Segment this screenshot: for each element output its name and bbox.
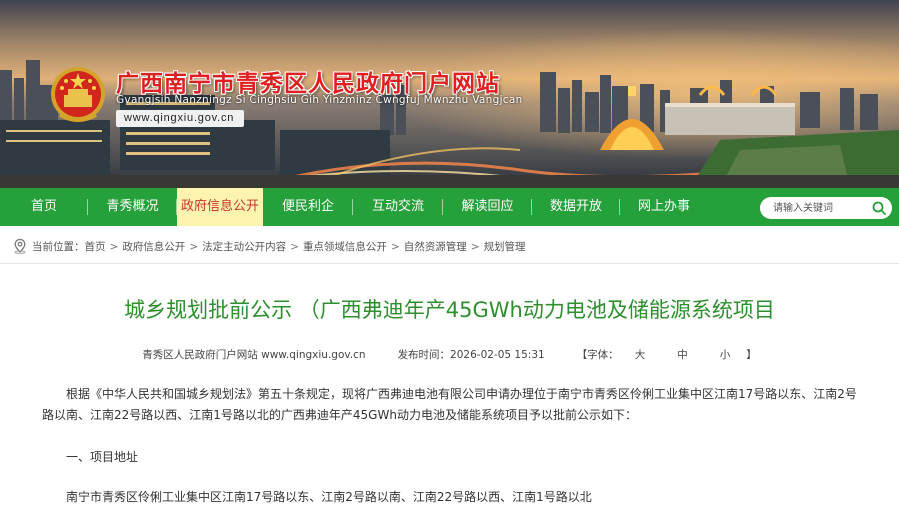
nav-item-open-data[interactable]: 数据开放: [532, 188, 620, 226]
font-size-close-bracket: 】: [746, 349, 757, 361]
breadcrumb: 当前位置：首页 > 政府信息公开 > 法定主动公开内容 > 重点领域信息公开 > 自然资源管理 >…: [0, 234, 899, 258]
article-paragraph-intro: 根据《中华人民共和国城乡规划法》第五十条规定，现将广西弗迪电池有限公司申请办理位…: [42, 387, 857, 422]
header-banner: 广西南宁市青秀区人民政府门户网站 Gvangjsih Nanzningz Si …: [0, 0, 899, 188]
breadcrumb-link-home[interactable]: 首页: [85, 241, 106, 253]
search-icon[interactable]: [871, 200, 887, 216]
nav-item-interpretation[interactable]: 解读回应: [443, 188, 532, 226]
breadcrumb-link-statutory[interactable]: 法定主动公开内容: [202, 241, 286, 253]
breadcrumb-divider: [0, 263, 899, 264]
breadcrumb-separator: >: [390, 240, 400, 253]
national-emblem-icon: [51, 67, 105, 122]
breadcrumb-separator: >: [470, 240, 480, 253]
nav-item-online-services[interactable]: 网上办事: [620, 188, 708, 226]
font-size-small-button[interactable]: 小: [720, 349, 731, 361]
site-title: 广西南宁市青秀区人民政府门户网站: [116, 71, 500, 97]
font-size-medium-button[interactable]: 中: [677, 349, 688, 361]
article-paragraph-address: 南宁市青秀区伶俐工业集中区江南17号路以东、江南2号路以南、江南22号路以西、江…: [66, 490, 592, 504]
search-input[interactable]: [760, 197, 870, 219]
breadcrumb-link-gov-info[interactable]: 政府信息公开: [122, 241, 185, 253]
nav-item-gov-info[interactable]: 政府信息公开: [177, 188, 263, 226]
nav-item-overview[interactable]: 青秀概况: [88, 188, 177, 226]
breadcrumb-prefix: 当前位置：: [32, 240, 85, 253]
nav-item-home[interactable]: 首页: [0, 188, 88, 226]
site-url-badge: www.qingxiu.gov.cn: [116, 110, 245, 127]
breadcrumb-link-planning[interactable]: 规划管理: [484, 241, 526, 253]
search-box: [760, 197, 892, 219]
breadcrumb-link-key-areas[interactable]: 重点领域信息公开: [303, 241, 387, 253]
article-title: 城乡规划批前公示 （广西弗迪年产45GWh动力电池及储能源系统项目: [124, 298, 775, 322]
breadcrumb-trail: 当前位置：首页 > 政府信息公开 > 法定主动公开内容 > 重点领域信息公开 > 自然资源管理 >…: [32, 239, 526, 254]
breadcrumb-separator: >: [290, 240, 299, 253]
breadcrumb-separator: >: [189, 240, 199, 253]
nav-item-interaction[interactable]: 互动交流: [353, 188, 443, 226]
nav-item-services[interactable]: 便民利企: [263, 188, 353, 226]
font-size-controls: 【字体： 大 中 小 】: [577, 349, 757, 361]
article-source: 青秀区人民政府门户网站 www.qingxiu.gov.cn: [142, 349, 366, 361]
site-pinyin-subtitle: Gvangjsih Nanzningz Si Cinghsiu Gih Yinz…: [116, 94, 523, 106]
font-size-label: 【字体：: [576, 349, 619, 361]
article-meta: 青秀区人民政府门户网站 www.qingxiu.gov.cn 发布时间：2026-…: [0, 347, 899, 362]
breadcrumb-separator: >: [109, 240, 119, 253]
breadcrumb-link-natural-resources[interactable]: 自然资源管理: [404, 241, 467, 253]
font-size-large-button[interactable]: 大: [635, 349, 646, 361]
article-section-heading: 一、项目地址: [66, 450, 139, 464]
location-icon: [14, 238, 26, 254]
article-publish-time: 发布时间：2026-02-05 15:31: [397, 349, 545, 361]
